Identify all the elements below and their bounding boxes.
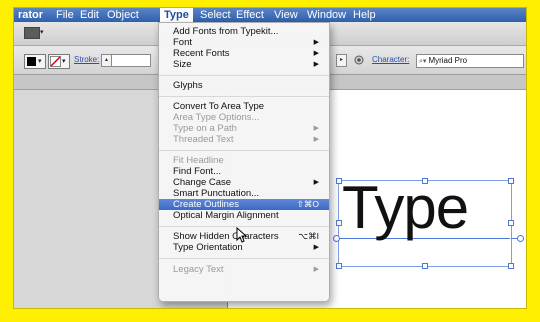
menu-item-threaded-text[interactable]: Threaded Text ▶	[159, 134, 329, 145]
menu-item-glyphs[interactable]: Glyphs	[159, 80, 329, 91]
font-family-field[interactable]: ⌕▾ Myriad Pro	[416, 54, 524, 68]
menu-item-fit-headline[interactable]: Fit Headline	[159, 155, 329, 166]
menu-file[interactable]: File	[56, 8, 74, 22]
submenu-arrow-icon: ▶	[313, 136, 319, 143]
menu-separator	[159, 150, 329, 151]
illustrator-window: rator File Edit Object Type Select Effec…	[14, 8, 526, 308]
chevron-right-icon[interactable]: ▸	[336, 54, 347, 67]
resize-handle-bottom-right[interactable]	[508, 263, 514, 269]
arrange-documents-icon[interactable]	[24, 27, 40, 39]
stroke-swatch[interactable]: ▾	[48, 54, 70, 69]
no-stroke-icon	[50, 56, 61, 67]
menu-item-recent-fonts[interactable]: Recent Fonts ▶	[159, 48, 329, 59]
submenu-arrow-icon: ▶	[313, 50, 319, 57]
font-family-value: Myriad Pro	[428, 56, 468, 65]
menu-item-font[interactable]: Font ▶	[159, 37, 329, 48]
stroke-label[interactable]: Stroke:	[74, 55, 99, 64]
fill-swatch[interactable]: ▾	[24, 54, 46, 69]
menu-item-convert-to-area-type[interactable]: Convert To Area Type	[159, 101, 329, 112]
fill-color-icon	[27, 57, 36, 66]
shortcut-label: ⇧⌘O	[296, 199, 319, 209]
menu-effect[interactable]: Effect	[236, 8, 264, 22]
menu-item-create-outlines[interactable]: Create Outlines ⇧⌘O	[159, 199, 329, 210]
menu-view[interactable]: View	[274, 8, 298, 22]
resize-handle-bottom[interactable]	[422, 263, 428, 269]
menu-separator	[159, 258, 329, 259]
menu-help[interactable]: Help	[353, 8, 376, 22]
resize-handle-top-right[interactable]	[508, 178, 514, 184]
type-menu-dropdown: Add Fonts from Typekit... Font ▶ Recent F…	[158, 22, 330, 302]
resize-handle-bottom-left[interactable]	[336, 263, 342, 269]
mouse-pointer-icon	[236, 227, 248, 243]
submenu-arrow-icon: ▶	[313, 125, 319, 132]
menu-type[interactable]: Type	[160, 8, 193, 22]
chevron-down-icon: ▾	[38, 58, 42, 65]
menu-item-type-on-a-path[interactable]: Type on a Path ▶	[159, 123, 329, 134]
menu-item-change-case[interactable]: Change Case ▶	[159, 177, 329, 188]
text-path-end-point[interactable]	[517, 235, 524, 242]
submenu-arrow-icon: ▶	[313, 61, 319, 68]
submenu-arrow-icon: ▶	[313, 179, 319, 186]
menu-edit[interactable]: Edit	[80, 8, 99, 22]
character-label[interactable]: Character:	[372, 55, 409, 64]
menu-item-smart-punctuation[interactable]: Smart Punctuation...	[159, 188, 329, 199]
menu-separator	[159, 75, 329, 76]
chevron-down-icon: ▾	[40, 29, 44, 36]
submenu-arrow-icon: ▶	[313, 266, 319, 273]
menu-separator	[159, 96, 329, 97]
menu-item-area-type-options[interactable]: Area Type Options...	[159, 112, 329, 123]
menu-item-find-font[interactable]: Find Font...	[159, 166, 329, 177]
submenu-arrow-icon: ▶	[313, 244, 319, 251]
menu-item-size[interactable]: Size ▶	[159, 59, 329, 70]
menu-item-add-fonts-typekit[interactable]: Add Fonts from Typekit...	[159, 26, 329, 37]
submenu-arrow-icon: ▶	[313, 39, 319, 46]
menu-select[interactable]: Select	[200, 8, 231, 22]
stroke-weight-field[interactable]	[111, 54, 151, 67]
menu-item-type-orientation[interactable]: Type Orientation ▶	[159, 242, 329, 253]
search-icon: ⌕▾	[419, 58, 427, 65]
menu-item-legacy-text[interactable]: Legacy Text ▶	[159, 264, 329, 275]
resize-handle-right[interactable]	[508, 220, 514, 226]
opacity-icon[interactable]	[354, 55, 364, 65]
menu-window[interactable]: Window	[307, 8, 346, 22]
app-menu[interactable]: rator	[18, 8, 43, 22]
sample-type-text[interactable]: Type	[342, 178, 469, 238]
chevron-down-icon: ▾	[62, 58, 66, 65]
menu-item-optical-margin-alignment[interactable]: Optical Margin Alignment	[159, 210, 329, 221]
text-path-start-point[interactable]	[333, 235, 340, 242]
menu-bar: rator File Edit Object Type Select Effec…	[14, 8, 526, 22]
shortcut-label: ⌥⌘I	[298, 231, 319, 241]
menu-object[interactable]: Object	[107, 8, 139, 22]
